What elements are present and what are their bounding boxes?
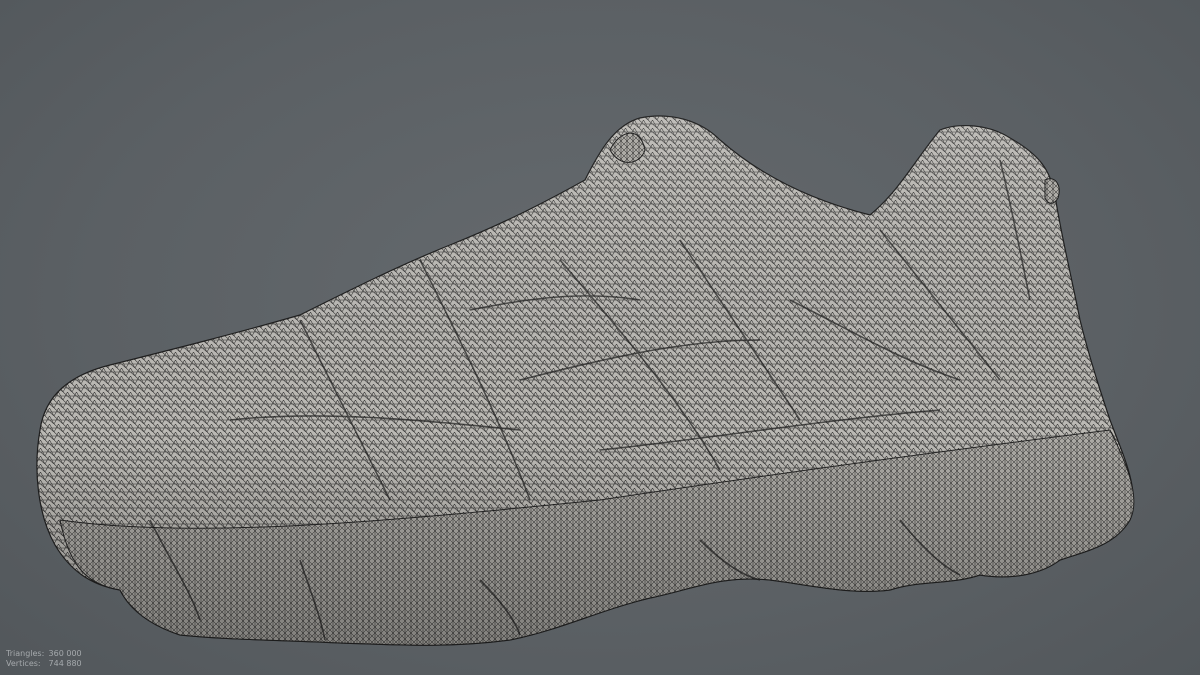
triangles-label: Triangles: [6, 649, 45, 658]
triangles-stat: Triangles: 360 000 [6, 649, 82, 659]
vertices-stat: Vertices: 744 880 [6, 659, 82, 669]
shoe-model[interactable] [36, 115, 1135, 646]
vertices-value: 744 880 [48, 659, 82, 668]
shoe-mesh-icon [36, 115, 1135, 646]
heel-tab [1044, 178, 1060, 204]
shoe-shading [36, 116, 1134, 646]
mesh-stats-overlay: Triangles: 360 000 Vertices: 744 880 [6, 649, 82, 669]
vertices-label: Vertices: [6, 659, 41, 668]
3d-viewport[interactable]: Triangles: 360 000 Vertices: 744 880 [0, 0, 1200, 675]
triangles-value: 360 000 [48, 649, 82, 658]
